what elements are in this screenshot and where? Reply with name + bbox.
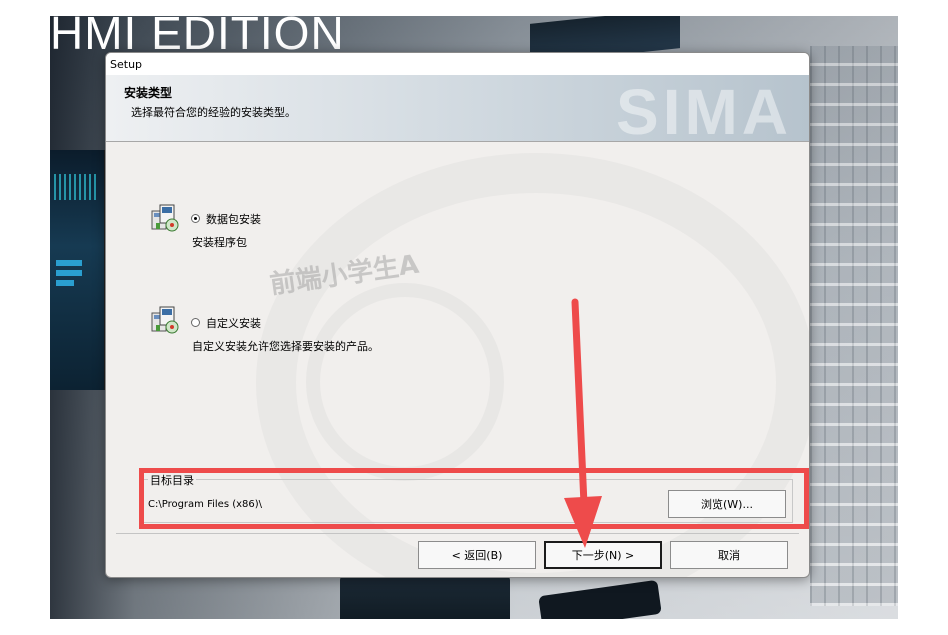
package-install-label[interactable]: 数据包安装 <box>206 211 261 227</box>
annotation-highlight-box <box>139 468 809 529</box>
dialog-titlebar[interactable]: Setup <box>106 53 809 75</box>
window-title: Setup <box>110 57 143 71</box>
custom-install-description: 自定义安装允许您选择要安装的产品。 <box>192 340 379 353</box>
back-button[interactable]: < 返回(B) <box>418 541 536 569</box>
annotation-arrow <box>564 298 602 548</box>
package-install-radio[interactable] <box>191 214 200 223</box>
custom-install-icon <box>151 306 179 334</box>
custom-install-radio[interactable] <box>191 318 200 327</box>
header-title: 安装类型 <box>124 86 173 100</box>
background-monitor-bottom <box>340 576 510 619</box>
background-phone <box>538 579 662 619</box>
button-separator <box>116 533 799 534</box>
package-install-description: 安装程序包 <box>192 236 247 249</box>
package-install-icon <box>151 204 179 232</box>
custom-install-label[interactable]: 自定义安装 <box>206 315 261 331</box>
background-lab <box>810 46 898 606</box>
cancel-button[interactable]: 取消 <box>670 541 788 569</box>
header-watermark: SIMA <box>616 76 792 142</box>
background-monitor-left <box>50 150 106 390</box>
background-swirl-inner <box>306 283 504 481</box>
dialog-header: SIMA 安装类型 选择最符合您的经验的安装类型。 <box>106 75 809 142</box>
header-subtitle: 选择最符合您的经验的安装类型。 <box>131 106 296 119</box>
